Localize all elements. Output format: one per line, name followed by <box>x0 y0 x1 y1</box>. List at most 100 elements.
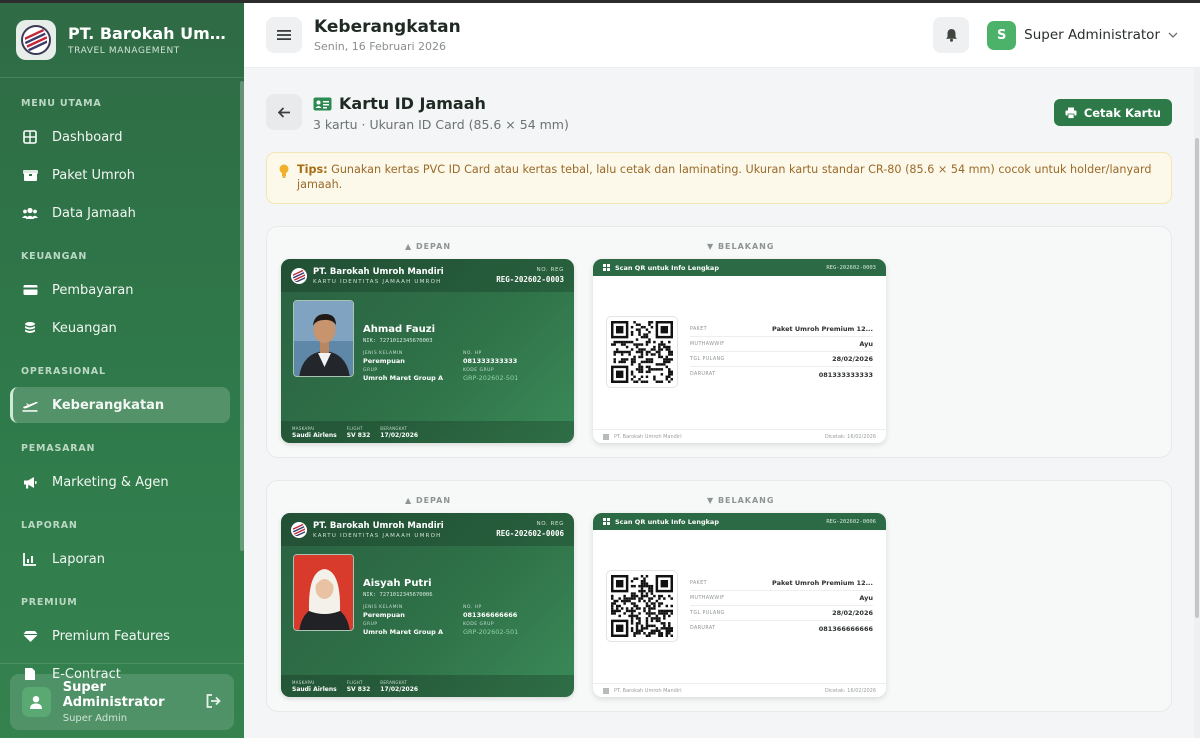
depart-label: BERANGKAT <box>380 679 408 685</box>
lightbulb-icon <box>279 164 297 203</box>
group-value: Umroh Maret Group A <box>363 374 444 382</box>
card-logo-icon <box>291 521 307 538</box>
gender-value: Perempuan <box>363 611 405 619</box>
bell-icon <box>945 29 957 42</box>
sidebar-item-label: Laporan <box>52 551 105 567</box>
jamaah-name: Ahmad Fauzi <box>363 324 436 335</box>
qr-title: Scan QR untuk Info Lengkap <box>615 517 719 526</box>
arrow-left-icon <box>277 106 290 118</box>
group-code-value: GRP-202602-501 <box>463 628 519 636</box>
reg-label: NO. REG <box>536 521 564 527</box>
credit-card-icon <box>22 282 38 298</box>
emergency-value: 081366666666 <box>818 624 873 633</box>
coins-icon <box>22 320 38 336</box>
gem-icon <box>22 628 38 644</box>
jamaah-nik: NIK: 7271012345670003 <box>363 338 433 344</box>
grid-icon <box>22 129 38 145</box>
logout-icon[interactable] <box>206 693 222 712</box>
card-org-name: PT. Barokah Umroh Mandiri <box>313 266 444 277</box>
id-card-back: Scan QR untuk Info Lengkap REG-202602-00… <box>593 259 886 443</box>
depart-value: 17/02/2026 <box>380 685 419 693</box>
scrollbar-thumb[interactable] <box>1195 138 1199 618</box>
nav-section-title: KEUANGAN <box>21 251 88 262</box>
group-value: Umroh Maret Group A <box>363 628 444 636</box>
sidebar-item-laporan[interactable]: Laporan <box>10 541 230 577</box>
sidebar-item-data-jamaah[interactable]: Data Jamaah <box>10 195 230 231</box>
jamaah-nik: NIK: 7271012345670006 <box>363 592 433 598</box>
group-code-value: GRP-202602-501 <box>463 374 519 382</box>
building-icon <box>603 433 609 440</box>
nav-section-title: PREMIUM <box>21 597 78 608</box>
sidebar-item-pembayaran[interactable]: Pembayaran <box>10 272 230 308</box>
reg-number: REG-202602-0006 <box>496 529 564 538</box>
sidebar-item-label: Paket Umroh <box>52 167 135 183</box>
megaphone-icon <box>22 474 38 490</box>
sidebar-item-premium-features[interactable]: Premium Features <box>10 618 230 654</box>
paket-label: PAKET <box>690 326 707 332</box>
nav-section-title: PEMASARAN <box>21 443 96 454</box>
qr-grid-icon <box>603 264 610 271</box>
logo-stripes-icon <box>25 29 47 51</box>
printer-icon <box>1065 107 1077 119</box>
sidebar-item-dashboard[interactable]: Dashboard <box>10 119 230 155</box>
nav-section-title: LAPORAN <box>21 520 78 531</box>
gender-value: Perempuan <box>363 357 405 365</box>
top-header: Keberangkatan Senin, 16 Februari 2026 S … <box>244 3 1200 68</box>
nav-section-title: MENU UTAMA <box>21 98 102 109</box>
sidebar-item-paket-umroh[interactable]: Paket Umroh <box>10 157 230 193</box>
sidebar-item-label: Premium Features <box>52 628 170 644</box>
sidebar-item-marketing[interactable]: Marketing & Agen <box>10 464 230 500</box>
card-logo-icon <box>291 267 307 284</box>
back-reg-number: REG-202602-0003 <box>826 264 876 271</box>
gender-label: JENIS KELAMIN <box>363 605 403 610</box>
group-label: GRUP <box>363 368 378 373</box>
qr-grid-icon <box>603 518 610 525</box>
jamaah-photo <box>293 300 354 377</box>
sidebar-nav: MENU UTAMA Dashboard Paket Umroh Data Ja… <box>0 98 244 692</box>
sidebar-user-card[interactable]: Super Administrator Super Admin <box>10 674 234 730</box>
sidebar-item-label: Keuangan <box>52 320 117 336</box>
sidebar: PT. Barokah Umroh Mandiri TRAVEL MANAGEM… <box>0 3 244 738</box>
brand[interactable]: PT. Barokah Umroh Mandiri TRAVEL MANAGEM… <box>0 3 244 77</box>
back-reg-number: REG-202602-0006 <box>826 518 876 525</box>
main-content: Kartu ID Jamaah 3 kartu · Ukuran ID Card… <box>244 68 1194 738</box>
reg-label: NO. REG <box>536 267 564 273</box>
jamaah-photo <box>293 554 354 631</box>
flight-label: FLIGHT <box>346 425 363 431</box>
kartu-subtitle: 3 kartu · Ukuran ID Card (85.6 × 54 mm) <box>313 117 569 132</box>
phone-label: NO. HP <box>463 605 482 610</box>
tips-text: Gunakan kertas PVC ID Card atau kertas t… <box>297 163 1152 191</box>
muthawwif-label: MUTHAWWIF <box>690 595 725 601</box>
brand-tagline: TRAVEL MANAGEMENT <box>68 46 180 56</box>
printed-date: Dicetak: 16/02/2026 <box>824 433 876 440</box>
sidebar-item-label: Keberangkatan <box>52 397 165 413</box>
sidebar-item-keuangan[interactable]: Keuangan <box>10 310 230 346</box>
menu-toggle-button[interactable] <box>266 17 302 53</box>
notifications-button[interactable] <box>933 17 970 53</box>
users-icon <box>22 205 38 221</box>
nav-section-title: OPERASIONAL <box>21 366 106 377</box>
phone-value: 081366666666 <box>463 611 518 619</box>
sidebar-item-label: Pembayaran <box>52 282 134 298</box>
brand-name: PT. Barokah Umroh Mandiri <box>68 24 226 43</box>
qr-code <box>606 316 678 388</box>
brand-divider <box>0 77 244 78</box>
user-avatar[interactable]: S <box>987 20 1017 50</box>
chevron-down-icon[interactable] <box>1168 32 1178 38</box>
muthawwif-value: Ayu <box>859 594 873 602</box>
flight-value: SV 832 <box>346 685 371 693</box>
sidebar-item-label: Dashboard <box>52 129 123 145</box>
main-scrollbar[interactable] <box>1194 68 1200 738</box>
printed-date: Dicetak: 16/02/2026 <box>824 687 876 694</box>
back-button[interactable] <box>266 94 302 130</box>
user-menu-name[interactable]: Super Administrator <box>1024 27 1160 43</box>
print-card-button[interactable]: Cetak Kartu <box>1053 99 1172 126</box>
footer-org: PT. Barokah Umroh Mandiri <box>614 687 682 694</box>
airline-label: MASKAPAI <box>292 679 315 685</box>
card-org-name: PT. Barokah Umroh Mandiri <box>313 520 444 531</box>
reg-number: REG-202602-0003 <box>496 275 564 284</box>
sidebar-item-keberangkatan[interactable]: Keberangkatan <box>10 387 230 423</box>
card-org-subtitle: KARTU IDENTITAS JAMAAH UMROH <box>313 278 442 285</box>
muthawwif-value: Ayu <box>859 340 873 348</box>
id-card-pair: ▲ DEPAN ▼ BELAKANG PT. Barokah Umroh Man… <box>266 226 1172 458</box>
